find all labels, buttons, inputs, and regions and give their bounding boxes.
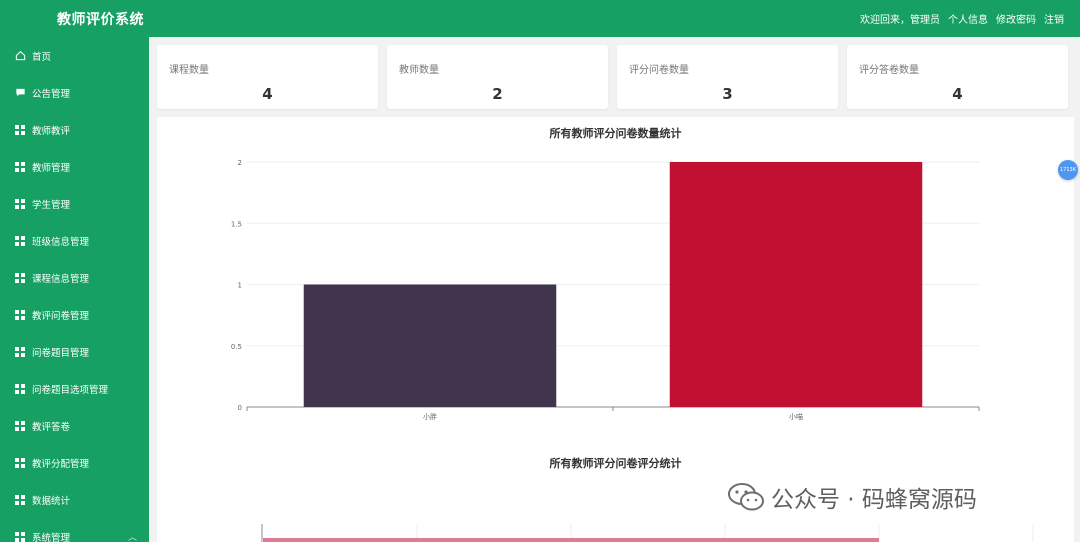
stat-label: 课程数量 bbox=[169, 65, 209, 76]
charts-panel: 所有教师评分问卷数量统计 0 0.5 1 1.5 2 小胖 小喵 所有教师评分问卷评分统计 bbox=[157, 117, 1074, 542]
sidebar-item-label: 数据统计 bbox=[32, 495, 71, 507]
sidebar-item[interactable]: 公告管理 bbox=[0, 74, 149, 111]
wechat-icon bbox=[728, 483, 764, 511]
grid-icon bbox=[14, 161, 26, 173]
message-icon bbox=[14, 87, 26, 99]
watermark-text: 公众号 · 码蜂窝源码 bbox=[771, 487, 977, 513]
grid-icon bbox=[14, 383, 26, 395]
y-tick-label: 0.5 bbox=[231, 343, 242, 351]
top-bar: 教师评价系统 欢迎回来，管理员 个人信息 修改密码 注销 bbox=[0, 0, 1080, 37]
sidebar-item-label: 公告管理 bbox=[32, 88, 71, 100]
sidebar-item-label: 学生管理 bbox=[32, 199, 71, 211]
sidebar-item[interactable]: 课程信息管理 bbox=[0, 259, 149, 296]
grid-icon bbox=[14, 124, 26, 136]
watermark: 公众号 · 码蜂窝源码 bbox=[727, 480, 977, 514]
sidebar-item[interactable]: 教师管理 bbox=[0, 148, 149, 185]
y-tick-label: 1.5 bbox=[231, 220, 242, 228]
grid-icon bbox=[14, 494, 26, 506]
sidebar-item[interactable]: 首页 bbox=[0, 37, 149, 74]
profile-link[interactable]: 个人信息 bbox=[948, 11, 988, 26]
stat-label: 评分答卷数量 bbox=[859, 65, 919, 76]
sidebar-item[interactable]: 系统管理 ︿ bbox=[0, 518, 149, 542]
sidebar-item-label: 系统管理 bbox=[32, 532, 71, 542]
grid-icon bbox=[14, 531, 26, 542]
grid-icon bbox=[14, 272, 26, 284]
stat-value: 3 bbox=[722, 85, 733, 103]
grid-icon bbox=[14, 420, 26, 432]
sidebar-item-label: 课程信息管理 bbox=[32, 273, 90, 285]
home-icon bbox=[14, 50, 26, 62]
grid-icon bbox=[14, 198, 26, 210]
x-tick-label: 小喵 bbox=[789, 412, 803, 421]
chart-title-count: 所有教师评分问卷数量统计 bbox=[549, 127, 682, 140]
sidebar-item[interactable]: 班级信息管理 bbox=[0, 222, 149, 259]
grid-icon bbox=[14, 346, 26, 358]
x-tick-label: 小胖 bbox=[423, 412, 437, 421]
stat-value: 4 bbox=[262, 85, 273, 103]
app-title: 教师评价系统 bbox=[57, 12, 144, 28]
sidebar-item[interactable]: 教评答卷 bbox=[0, 407, 149, 444]
sidebar-item-label: 教师管理 bbox=[32, 162, 71, 174]
y-tick-label: 2 bbox=[238, 159, 242, 167]
chart-title-score: 所有教师评分问卷评分统计 bbox=[549, 457, 682, 470]
chevron-up-icon: ︿ bbox=[127, 533, 137, 542]
sidebar-item[interactable]: 数据统计 bbox=[0, 481, 149, 518]
sidebar-item-label: 教评答卷 bbox=[32, 421, 71, 433]
bar bbox=[669, 162, 923, 407]
sidebar-item-label: 教评分配管理 bbox=[32, 458, 90, 470]
welcome-text: 欢迎回来，管理员 bbox=[860, 15, 940, 26]
stat-card-courses: 课程数量 4 bbox=[157, 45, 378, 109]
stat-label: 教师数量 bbox=[399, 65, 439, 76]
y-tick-label: 1 bbox=[238, 282, 242, 290]
stat-card-questionnaires: 评分问卷数量 3 bbox=[617, 45, 838, 109]
bar bbox=[263, 538, 879, 542]
sidebar-item[interactable]: 学生管理 bbox=[0, 185, 149, 222]
sidebar-item-label: 首页 bbox=[32, 51, 52, 63]
stat-card-answer-sheets: 评分答卷数量 4 bbox=[847, 45, 1068, 109]
sidebar-item[interactable]: 教评问卷管理 bbox=[0, 296, 149, 333]
sidebar-item-label: 教评问卷管理 bbox=[32, 310, 90, 322]
sidebar-item-label: 教师教评 bbox=[32, 125, 71, 137]
sidebar: 首页 公告管理 教师教评 教师管理 学生管理 班级信息管理 课程信息管理 教评问卷管理 问卷题目… bbox=[0, 37, 149, 542]
stat-value: 4 bbox=[952, 85, 963, 103]
stat-label: 评分问卷数量 bbox=[629, 65, 689, 76]
y-tick-label: 0 bbox=[238, 404, 242, 412]
sidebar-item[interactable]: 问卷题目管理 bbox=[0, 333, 149, 370]
change-password-link[interactable]: 修改密码 bbox=[996, 11, 1036, 26]
grid-icon bbox=[14, 235, 26, 247]
floating-widget-button[interactable]: 1713K bbox=[1058, 160, 1078, 180]
header-user-menu: 欢迎回来，管理员 个人信息 修改密码 注销 bbox=[860, 11, 1064, 26]
sidebar-item-label: 班级信息管理 bbox=[32, 236, 90, 248]
bar bbox=[303, 284, 557, 407]
sidebar-item-label: 问卷题目管理 bbox=[32, 347, 90, 359]
grid-icon bbox=[14, 309, 26, 321]
stat-value: 2 bbox=[492, 85, 503, 103]
sidebar-item-label: 问卷题目选项管理 bbox=[32, 384, 109, 396]
sidebar-item[interactable]: 教评分配管理 bbox=[0, 444, 149, 481]
sidebar-item[interactable]: 问卷题目选项管理 bbox=[0, 370, 149, 407]
logout-link[interactable]: 注销 bbox=[1044, 11, 1064, 26]
stat-card-teachers: 教师数量 2 bbox=[387, 45, 608, 109]
grid-icon bbox=[14, 457, 26, 469]
sidebar-item[interactable]: 教师教评 bbox=[0, 111, 149, 148]
main-content: 课程数量 4 教师数量 2 评分问卷数量 3 评分答卷数量 4 所有教师评分问卷… bbox=[149, 37, 1080, 542]
bar-chart-count: 0 0.5 1 1.5 2 小胖 小喵 bbox=[231, 159, 980, 421]
